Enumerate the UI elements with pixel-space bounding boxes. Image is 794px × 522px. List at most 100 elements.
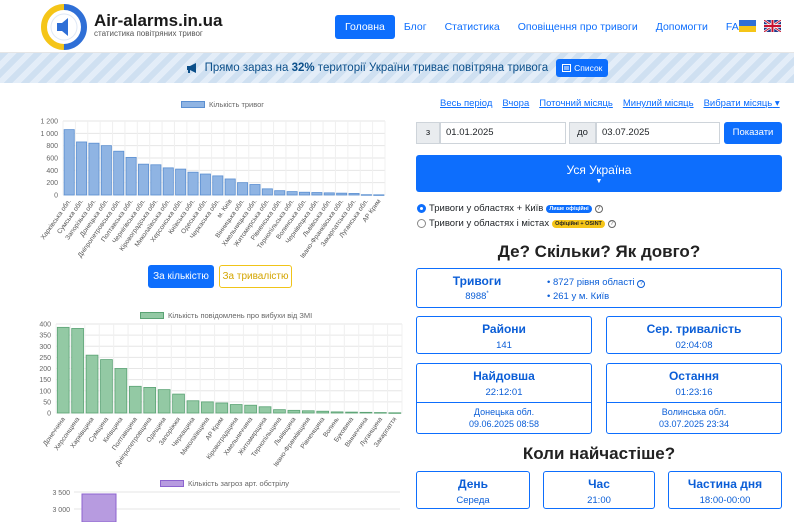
alert-banner: Прямо зараз на 32% території України три… bbox=[0, 53, 794, 83]
radio-oblasts-label: Тривоги у областях + Київ bbox=[429, 203, 544, 214]
official-badge: Лише офіційні bbox=[546, 204, 592, 213]
chart2-bar bbox=[186, 400, 200, 414]
alarms-card-value: 8988 bbox=[465, 291, 487, 303]
chart2-bar bbox=[287, 409, 301, 414]
section-where-title: Де? Скільки? Як довго? bbox=[497, 242, 701, 261]
chart2-ytick: 350 bbox=[39, 333, 51, 340]
date-to-input[interactable]: 03.07.2025 bbox=[596, 122, 720, 144]
chart2-bar bbox=[172, 393, 185, 414]
part-of-day-value: 18:00-00:00 bbox=[699, 495, 751, 506]
section-when-title: Коли найчастіше? bbox=[522, 444, 676, 463]
nav-notifications[interactable]: Оповіщення про тривоги bbox=[509, 15, 647, 39]
chart1-ytick: 400 bbox=[46, 168, 58, 175]
radio-oblasts-input[interactable] bbox=[417, 204, 426, 213]
period-choose-month[interactable]: Вибрати місяць ▾ bbox=[704, 98, 780, 109]
brand-name[interactable]: Air-alarms.in.ua bbox=[94, 11, 223, 31]
chart2-bar bbox=[128, 385, 142, 414]
chart1-bar bbox=[274, 190, 286, 196]
nav-statistics[interactable]: Статистика bbox=[436, 15, 509, 39]
date-to-group: до 03.07.2025 bbox=[569, 122, 720, 144]
chart1-bar bbox=[348, 193, 360, 196]
chart1-bar bbox=[113, 150, 125, 196]
help-icon[interactable]: ? bbox=[637, 280, 646, 288]
radio-oblasts[interactable]: Тривоги у областях + Київ Лише офіційні … bbox=[417, 203, 603, 214]
chart2-ytick: 250 bbox=[39, 355, 51, 362]
chart1-bar bbox=[212, 175, 224, 196]
last-card-date: 03.07.2025 23:34 bbox=[658, 419, 730, 429]
avg-duration-value: 02:04:08 bbox=[675, 340, 713, 351]
show-button[interactable]: Показати bbox=[724, 122, 782, 144]
explosions-chart: 400350300250200150100500ДонеччинаХерсонщ… bbox=[39, 322, 403, 468]
last-card: Остання 01:23:16 Волинська обл. 03.07.20… bbox=[606, 363, 782, 434]
alarms-count-chart: 1 2001 0008006004002000Харківська обл.Су… bbox=[39, 119, 386, 260]
chart2-bar bbox=[201, 401, 214, 414]
alarms-breakdown: • 8727 рівня області ? • 261 у м. Київ bbox=[547, 276, 646, 304]
radio-cities[interactable]: Тривоги у областях і містах Офіційні + O… bbox=[417, 218, 616, 229]
region-select-label: Уся Україна bbox=[566, 163, 632, 177]
chevron-down-icon: ▼ bbox=[595, 178, 603, 185]
hour-card-value: 21:00 bbox=[587, 495, 611, 506]
chart1-bar bbox=[138, 163, 149, 196]
chart2-bar bbox=[316, 410, 330, 414]
megaphone-icon bbox=[186, 63, 196, 73]
chart2-ytick: 0 bbox=[47, 411, 51, 418]
date-from-input[interactable]: 01.01.2025 bbox=[440, 122, 566, 144]
longest-card-region: Донецька обл. bbox=[473, 407, 535, 417]
chart1-ytick: 1 000 bbox=[40, 131, 58, 138]
chart1-bar bbox=[237, 182, 249, 196]
longest-card-date: 09.06.2025 08:58 bbox=[468, 419, 540, 429]
period-all[interactable]: Весь період bbox=[440, 98, 492, 109]
chart1-ytick: 0 bbox=[54, 193, 58, 200]
chart2-bar bbox=[330, 411, 344, 414]
chart2-bar bbox=[114, 368, 128, 414]
alarms-total: Тривоги 8988* bbox=[417, 274, 537, 302]
part-of-day-card: Частина дня 18:00-00:00 bbox=[668, 471, 782, 509]
list-icon bbox=[562, 64, 572, 72]
chart2-bar bbox=[215, 402, 229, 414]
period-yesterday[interactable]: Вчора bbox=[502, 98, 529, 109]
period-last-month[interactable]: Минулий місяць bbox=[623, 98, 694, 109]
districts-card: Райони 141 bbox=[416, 316, 592, 354]
chart2-ytick: 100 bbox=[39, 388, 51, 395]
chart1-bar bbox=[336, 192, 348, 196]
chart2-bar bbox=[71, 328, 84, 414]
chart2-bar bbox=[56, 326, 70, 414]
nav-donate[interactable]: Допомогти bbox=[647, 15, 717, 39]
alarms-card-title: Тривоги bbox=[452, 274, 502, 288]
chart3-bar bbox=[81, 493, 117, 522]
radio-cities-label: Тривоги у областях і містах bbox=[429, 218, 550, 229]
chart1-bar bbox=[311, 192, 323, 196]
chart1-bar bbox=[175, 168, 187, 196]
chart1-ytick: 800 bbox=[46, 143, 58, 150]
help-icon[interactable]: ? bbox=[607, 219, 616, 228]
alarms-card: Тривоги 8988* • 8727 рівня області ? • 2… bbox=[416, 268, 782, 308]
chart1-bar bbox=[323, 192, 335, 196]
chart1-bar bbox=[187, 171, 199, 196]
chart2-bar bbox=[157, 389, 171, 414]
chart2-bar bbox=[273, 409, 286, 414]
list-button[interactable]: Список bbox=[556, 59, 609, 77]
radio-cities-input[interactable] bbox=[417, 219, 426, 228]
artillery-chart: 3 500 3 000 bbox=[52, 490, 400, 522]
nav-blog[interactable]: Блог bbox=[395, 15, 436, 39]
chart1-ytick: 600 bbox=[46, 156, 58, 163]
period-current-month[interactable]: Поточний місяць bbox=[539, 98, 613, 109]
hour-card-title: Час bbox=[588, 477, 610, 491]
chart2-ytick: 200 bbox=[39, 366, 51, 373]
chart2-bar bbox=[143, 387, 157, 414]
help-icon[interactable]: ? bbox=[594, 204, 603, 213]
last-card-region: Волинська обл. bbox=[661, 407, 727, 417]
districts-card-title: Райони bbox=[482, 322, 526, 336]
nav-home[interactable]: Головна bbox=[335, 15, 395, 39]
logo-icon[interactable] bbox=[40, 3, 88, 51]
sort-by-count-button[interactable]: За кількістю bbox=[148, 265, 214, 288]
region-select-button[interactable]: Уся Україна ▼ bbox=[416, 155, 782, 192]
chart2-bar bbox=[388, 412, 402, 414]
date-from-group: з 01.01.2025 bbox=[416, 122, 566, 144]
sort-by-duration-button[interactable]: За тривалістю bbox=[219, 265, 292, 288]
ukraine-flag-icon[interactable] bbox=[739, 20, 756, 32]
period-links: Весь період Вчора Поточний місяць Минули… bbox=[440, 98, 780, 109]
alarms-kyiv: 261 у м. Київ bbox=[552, 291, 610, 302]
chart3-ytick: 3 500 bbox=[52, 490, 70, 497]
uk-flag-icon[interactable] bbox=[764, 20, 781, 32]
